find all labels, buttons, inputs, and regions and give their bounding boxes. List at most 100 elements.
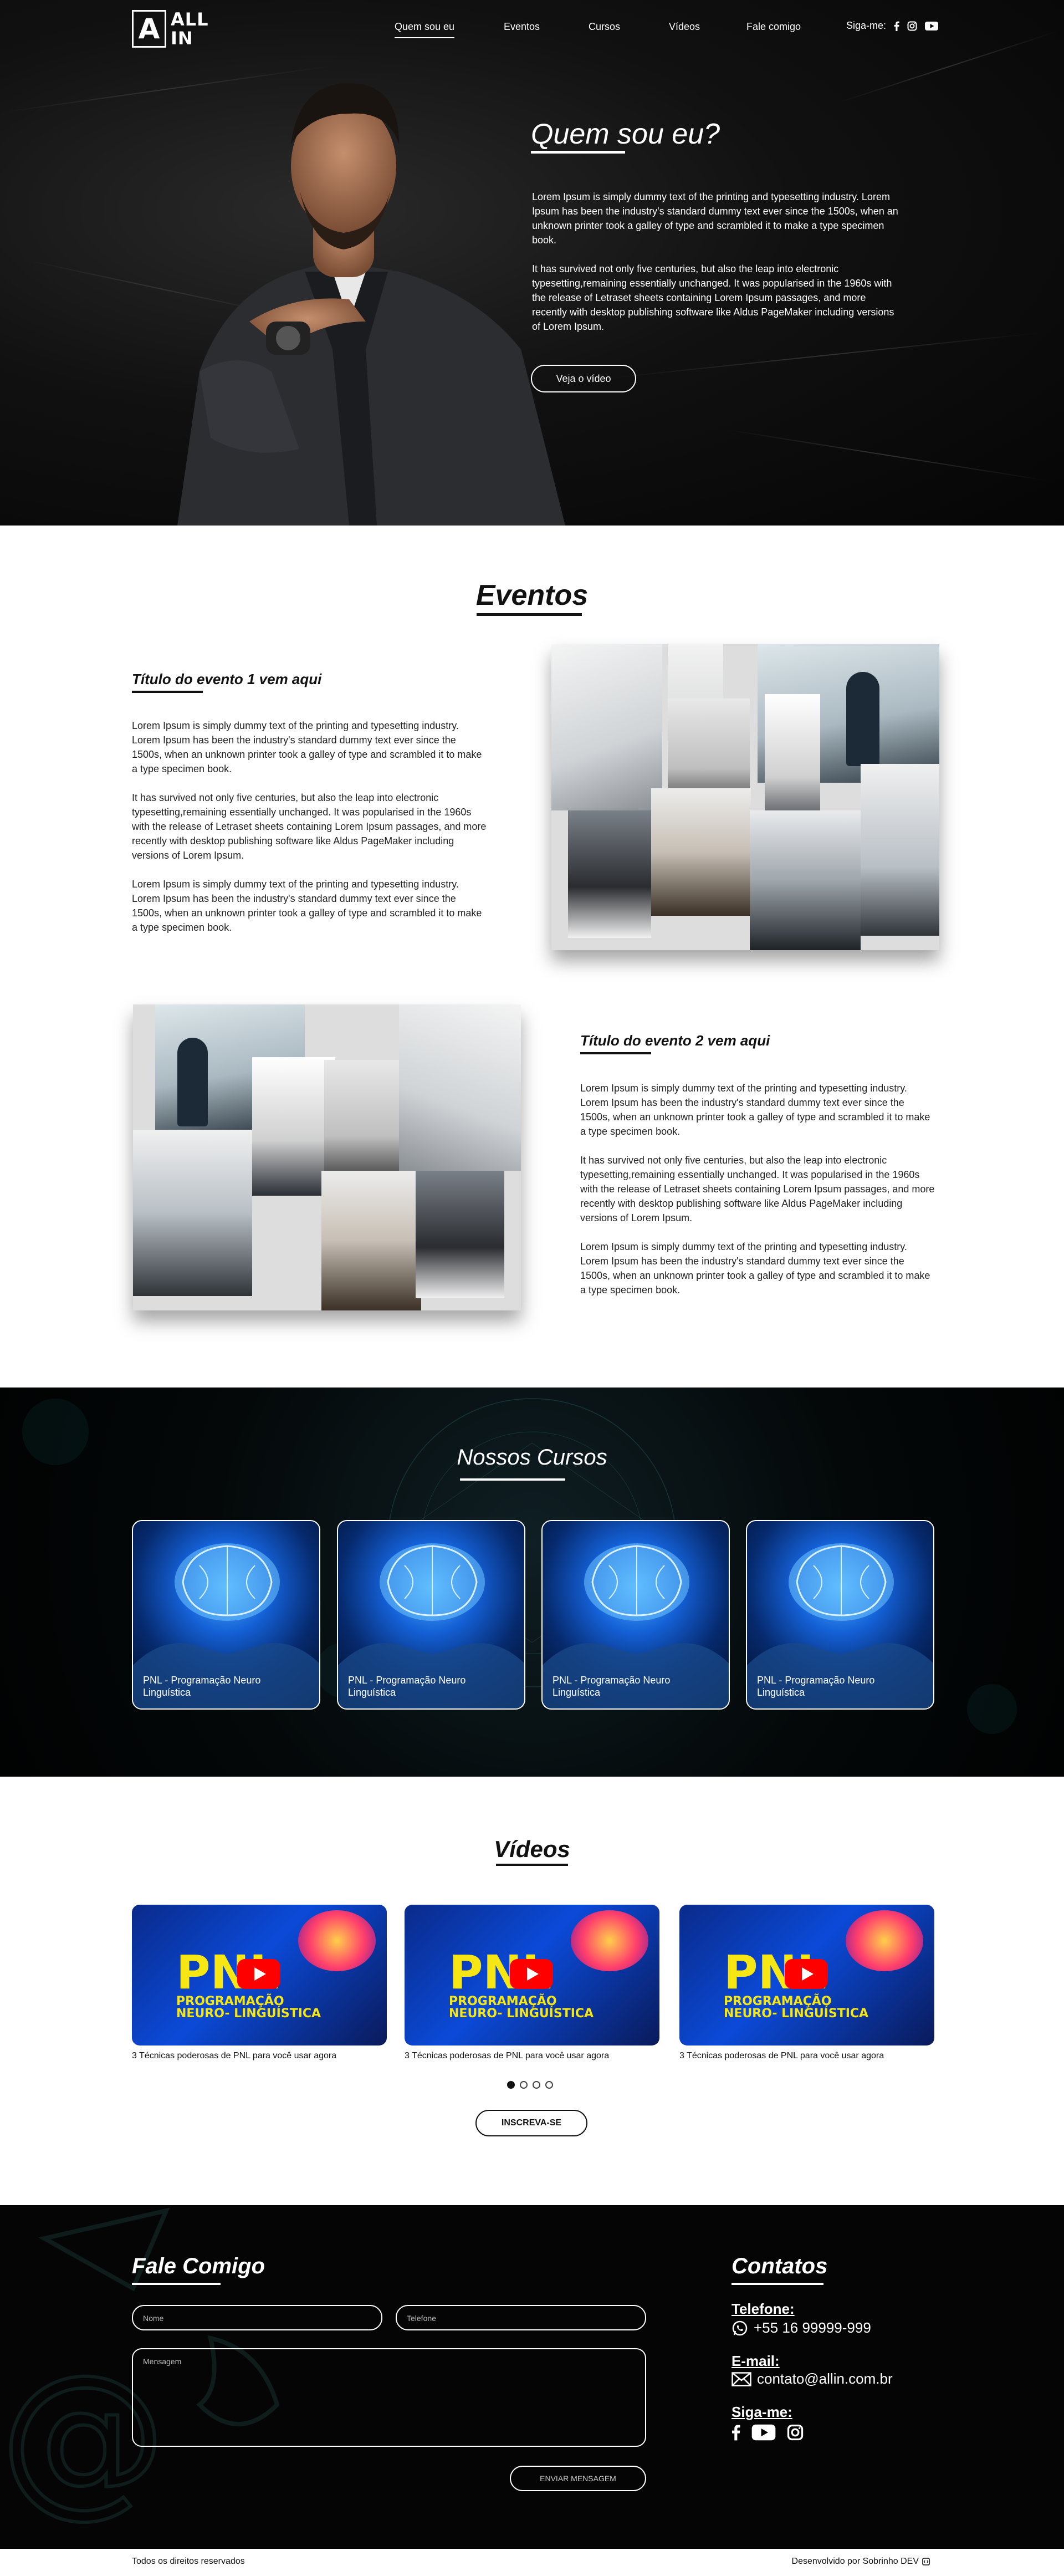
mail-icon [732,2371,751,2386]
course-card[interactable]: PNL - Programação Neuro Linguística [746,1520,934,1710]
youtube-icon[interactable] [751,2424,776,2441]
event-2-title: Título do evento 2 vem aqui [580,1032,770,1049]
message-field[interactable]: Mensagem [132,2348,646,2447]
event-1-paragraph-1: Lorem Ipsum is simply dummy text of the … [132,720,482,774]
video-thumbnail[interactable]: PNL PROGRAMAÇÃO NEURO- LINGUÍSTICA [132,1905,387,2046]
follow-label: Siga-me: [732,2404,792,2420]
email-label: E-mail: [732,2353,780,2369]
course-label: PNL - Programação Neuro Linguística [348,1675,466,1698]
brain-icon [846,1910,923,1971]
logo-mark: A [132,10,166,48]
collage-photo [399,1004,521,1171]
collage-photo [551,644,662,810]
play-icon[interactable] [237,1959,280,1989]
send-message-button[interactable]: ENVIAR MENSAGEM [510,2466,646,2491]
brain-icon [298,1910,376,1971]
play-icon[interactable] [510,1959,553,1989]
contacts-info-title: Contatos [732,2254,828,2278]
social-top: Siga-me: [846,20,939,32]
social-bottom [732,2424,804,2441]
course-label: PNL - Programação Neuro Linguística [553,1675,671,1698]
phone-value: +55 16 99999-999 [754,2319,871,2336]
top-nav: A ALL IN Quem sou eu Eventos Cursos Víde… [0,0,1064,55]
youtube-icon[interactable] [925,21,939,31]
event-2-paragraph-2: It has survived not only five centuries,… [580,1155,935,1223]
follow-label: Siga-me: [846,20,887,31]
carousel-dot-2[interactable] [520,2081,528,2089]
videos-title-underline [496,1864,568,1866]
event-2-paragraph-3: Lorem Ipsum is simply dummy text of the … [580,1241,930,1295]
nav-fale-comigo[interactable]: Fale comigo [746,21,801,33]
hero-paragraph-1: Lorem Ipsum is simply dummy text of the … [532,191,898,246]
play-icon[interactable] [785,1959,828,1989]
event-1-title-underline [132,691,203,693]
instagram-icon[interactable] [907,21,917,31]
nav-quem-sou-eu[interactable]: Quem sou eu [395,21,455,38]
video-thumbnail[interactable]: PNL PROGRAMAÇÃO NEURO- LINGUÍSTICA [405,1905,659,2046]
phone-field[interactable]: Telefone [396,2305,646,2330]
events-title: Eventos [475,579,589,611]
video-thumbnail[interactable]: PNL PROGRAMAÇÃO NEURO- LINGUÍSTICA [679,1905,934,2046]
email-value: contato@allin.com.br [757,2370,893,2387]
collage-photo [568,810,651,938]
hero-title-underline [531,151,625,154]
facebook-icon[interactable] [732,2424,740,2441]
nav-videos[interactable]: Vídeos [669,21,700,33]
event-2-title-underline [580,1052,651,1054]
subscribe-button[interactable]: INSCREVA-SE [475,2110,587,2136]
collage-photo [416,1171,504,1298]
nav-cursos[interactable]: Cursos [589,21,620,33]
event-2-paragraph-1: Lorem Ipsum is simply dummy text of the … [580,1083,930,1137]
footer: Todos os direitos reservados Desenvolvid… [0,2549,1064,2576]
phone-label: Telefone: [732,2300,795,2317]
watch-video-button[interactable]: Veja o vídeo [531,365,636,392]
collage-photo [861,764,939,936]
contacts-info-underline [732,2283,823,2285]
carousel-dot-4[interactable] [545,2081,553,2089]
facebook-icon[interactable] [894,21,899,31]
bg-streak [722,429,1051,482]
event-1-title: Título do evento 1 vem aqui [132,671,322,687]
collage-photo [651,788,751,916]
footer-developer-text: Desenvolvido por Sobrinho DEV [791,2557,919,2566]
hero-section: A ALL IN Quem sou eu Eventos Cursos Víde… [0,0,1064,526]
event-1-paragraph-3: Lorem Ipsum is simply dummy text of the … [132,879,482,933]
nav-eventos[interactable]: Eventos [504,21,540,33]
courses-title-underline [460,1478,565,1481]
instagram-icon[interactable] [787,2424,804,2441]
phone-value-row[interactable]: +55 16 99999-999 [732,2319,871,2337]
event-1-photo-collage [551,644,939,950]
thumb-subtitle: PROGRAMAÇÃO NEURO- LINGUÍSTICA [724,1995,869,2021]
footer-developer[interactable]: Desenvolvido por Sobrinho DEV [792,2557,930,2567]
courses-title: Nossos Cursos [457,1445,607,1470]
logo[interactable]: A ALL IN [132,10,209,48]
name-field[interactable]: Nome [132,2305,382,2330]
whatsapp-icon [732,2320,748,2335]
contact-title: Fale Comigo [132,2254,265,2278]
brain-icon [571,1910,648,1971]
footer-rights: Todos os direitos reservados [132,2557,245,2566]
thumb-subtitle: PROGRAMAÇÃO NEURO- LINGUÍSTICA [176,1995,321,2021]
collage-photo [321,1171,421,1310]
video-caption[interactable]: 3 Técnicas poderosas de PNL para você us… [405,2051,609,2061]
videos-title: Vídeos [494,1836,570,1862]
video-caption[interactable]: 3 Técnicas poderosas de PNL para você us… [132,2051,336,2061]
contact-section: @ Fale Comigo Nome Telefone Mensagem ENV… [0,2205,1064,2549]
course-label: PNL - Programação Neuro Linguística [757,1675,875,1698]
logo-text: ALL IN [171,9,209,49]
course-card[interactable]: PNL - Programação Neuro Linguística [337,1520,525,1710]
collage-photo [750,810,861,950]
carousel-dot-3[interactable] [533,2081,540,2089]
course-card[interactable]: PNL - Programação Neuro Linguística [541,1520,730,1710]
carousel-dot-1[interactable] [507,2081,515,2089]
course-label: PNL - Programação Neuro Linguística [143,1675,261,1698]
event-1-paragraph-2: It has survived not only five centuries,… [132,792,487,861]
email-value-row[interactable]: contato@allin.com.br [732,2370,893,2388]
course-card[interactable]: PNL - Programação Neuro Linguística [132,1520,320,1710]
event-2-photo-collage [133,1004,521,1310]
hero-title: Quem sou eu? [531,118,720,150]
page: A ALL IN Quem sou eu Eventos Cursos Víde… [0,0,1064,2576]
code-icon [922,2558,930,2565]
video-caption[interactable]: 3 Técnicas poderosas de PNL para você us… [679,2051,884,2061]
events-title-underline [477,613,582,616]
